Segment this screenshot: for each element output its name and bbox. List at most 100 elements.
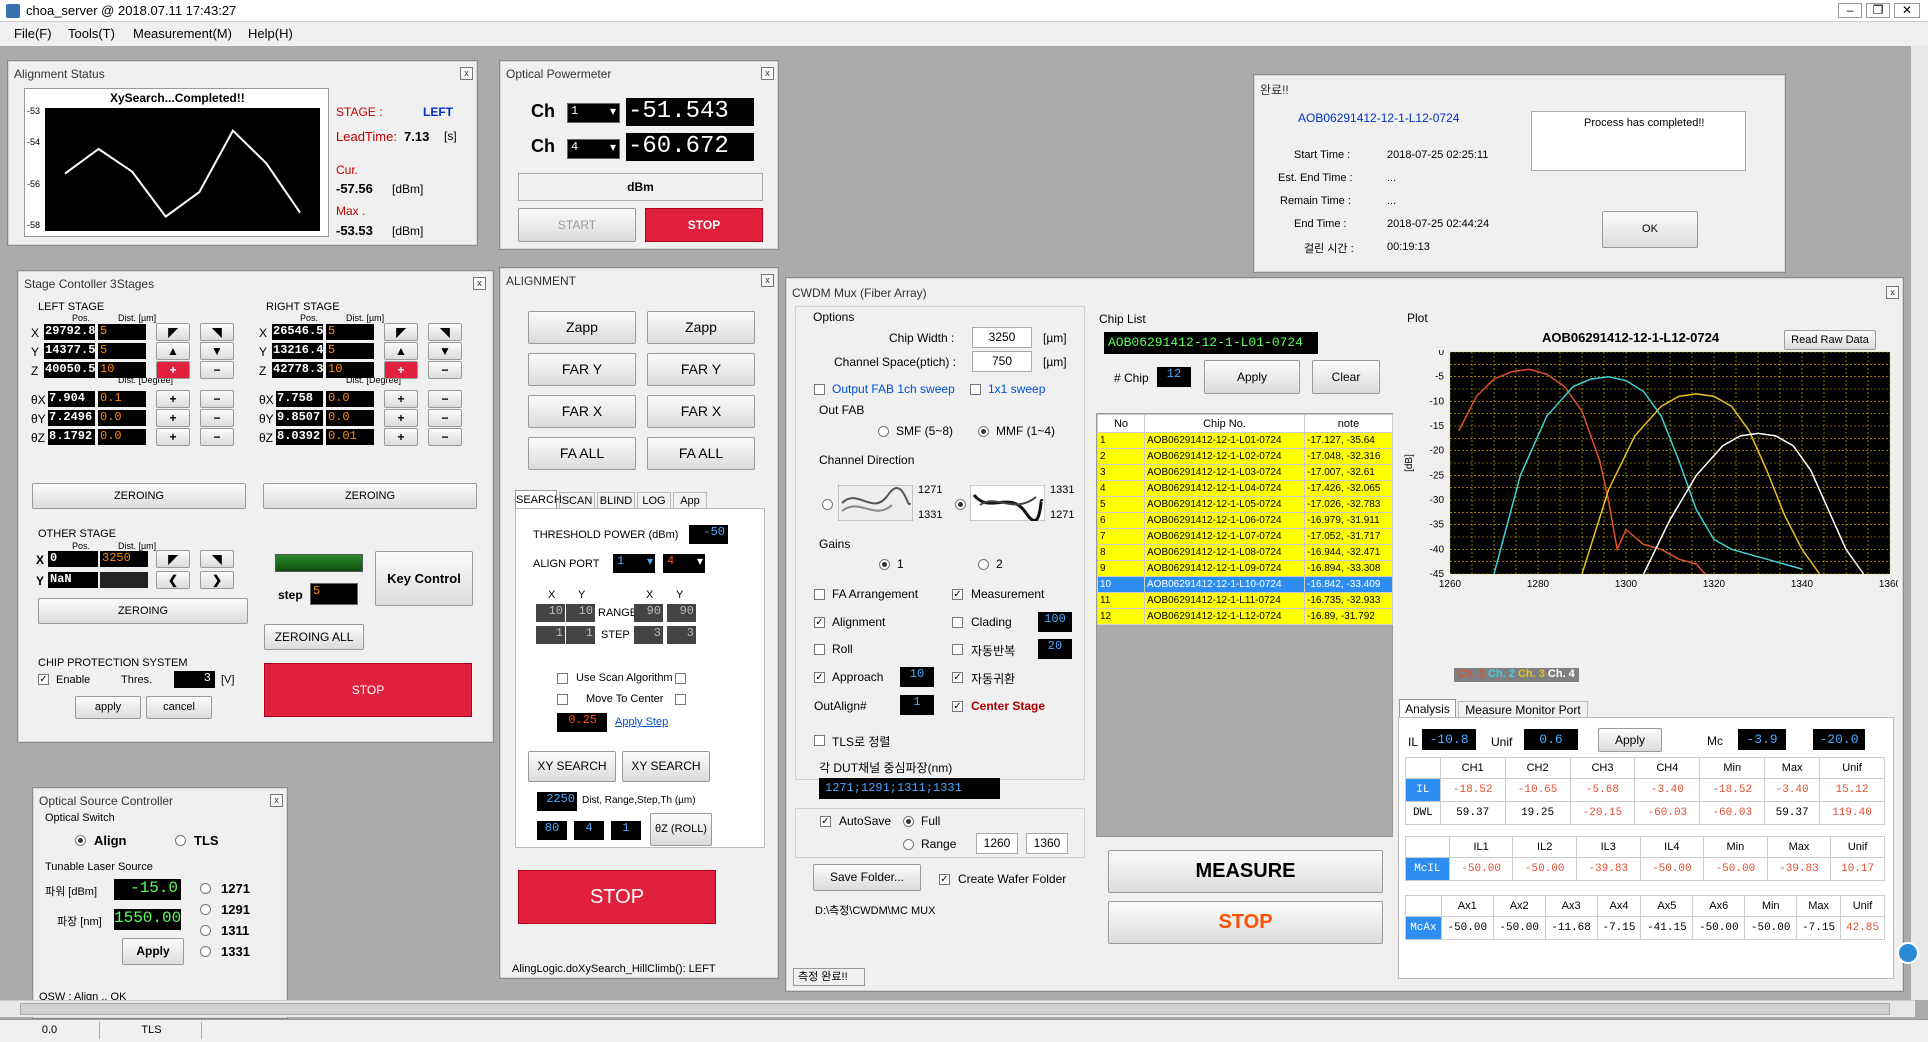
gain-1-radio[interactable] — [879, 559, 890, 570]
minus-icon[interactable]: − — [428, 361, 462, 379]
plus-icon[interactable]: + — [156, 390, 190, 408]
maximize-icon[interactable]: ❐ — [1866, 3, 1890, 18]
roll-button[interactable]: θZ (ROLL) — [650, 813, 712, 846]
step-left-y[interactable]: 1 — [566, 626, 595, 644]
wl-1271-radio[interactable] — [200, 883, 211, 894]
zeroing-all-button[interactable]: ZEROING ALL — [264, 624, 364, 650]
menu-tools[interactable]: Tools(T) — [68, 26, 115, 41]
cwdm-stop-button[interactable]: STOP — [1108, 901, 1383, 944]
tab-search[interactable]: SEARCH — [515, 490, 562, 509]
autosave-checkbox[interactable]: ✓ — [820, 816, 831, 827]
stop-button[interactable]: STOP — [645, 208, 763, 242]
measure-button[interactable]: MEASURE — [1108, 850, 1383, 893]
down-arrow-icon[interactable]: ▼ — [428, 342, 462, 360]
zapp-left-button[interactable]: Zapp — [528, 311, 636, 344]
minus-icon[interactable]: − — [428, 428, 462, 446]
apply-step-link[interactable]: Apply Step — [615, 716, 668, 728]
distance-input[interactable]: 0.0 — [326, 410, 374, 426]
mmf-radio[interactable] — [978, 426, 989, 437]
home-left-icon[interactable]: ◤ — [156, 550, 190, 568]
plus-icon[interactable]: + — [384, 409, 418, 427]
up-arrow-icon[interactable]: ▲ — [384, 342, 418, 360]
ok-button[interactable]: OK — [1602, 211, 1698, 248]
chip-row[interactable]: 8 AOB06291412-12-1-L08-0724 -16.944, -32.4… — [1097, 544, 1393, 561]
tab-analysis[interactable]: Analysis — [1399, 699, 1456, 718]
right-arrow-icon[interactable]: ❯ — [200, 571, 234, 589]
minimize-icon[interactable]: – — [1838, 3, 1862, 18]
close-icon[interactable]: x — [473, 277, 486, 290]
align-port-2-select[interactable]: 4 ▾ — [663, 554, 705, 573]
minus-icon[interactable]: − — [428, 390, 462, 408]
step-spinner[interactable]: 5 — [310, 583, 358, 605]
tab-scan[interactable]: SCAN — [559, 492, 595, 509]
step-right-y[interactable]: 3 — [667, 626, 696, 644]
create-wafer-checkbox[interactable]: ✓ — [939, 874, 950, 885]
tls-align-checkbox[interactable] — [814, 735, 825, 746]
ch1-select[interactable]: 1 ▾ — [567, 103, 620, 123]
range-from-input[interactable]: 1260 — [976, 833, 1018, 854]
start-button[interactable]: START — [518, 208, 636, 242]
outalign-input[interactable]: 1 — [900, 695, 934, 715]
fa-all-right-button[interactable]: FA ALL — [647, 437, 755, 470]
approach-input[interactable]: 10 — [900, 667, 934, 687]
distance-input[interactable] — [100, 572, 148, 588]
range-right-y[interactable]: 90 — [667, 604, 696, 622]
scroll-thumb[interactable] — [20, 1003, 1890, 1015]
home-right-icon[interactable]: ◥ — [428, 323, 462, 341]
use-scan-checkbox[interactable] — [557, 673, 568, 684]
other-zeroing-button[interactable]: ZEROING — [38, 598, 248, 624]
tab-blind[interactable]: BLIND — [597, 492, 635, 509]
wl-1331-radio[interactable] — [200, 946, 211, 957]
chip-row[interactable]: 2 AOB06291412-12-1-L02-0724 -17.048, -32.3… — [1097, 448, 1393, 465]
dut-center-input[interactable]: 1271;1291;1311;1331 — [819, 778, 1000, 799]
wl-1291-radio[interactable] — [200, 904, 211, 915]
alignment-checkbox[interactable]: ✓ — [814, 617, 825, 628]
plus-icon[interactable]: + — [384, 428, 418, 446]
range-to-input[interactable]: 1360 — [1026, 833, 1068, 854]
chip-width-input[interactable]: 3250 — [972, 327, 1032, 348]
auto-repeat-checkbox[interactable] — [952, 644, 963, 655]
chip-clear-button[interactable]: Clear — [1312, 360, 1380, 394]
il-input[interactable]: -10.8 — [1422, 729, 1476, 750]
align-port-1-select[interactable]: 1 ▾ — [613, 554, 655, 573]
home-left-icon[interactable]: ◤ — [384, 323, 418, 341]
apply-step-input[interactable]: 0.25 — [557, 713, 607, 732]
wl-1311-radio[interactable] — [200, 925, 211, 936]
key-control-button[interactable]: Key Control — [375, 551, 473, 606]
minus-icon[interactable]: − — [428, 409, 462, 427]
plus-icon[interactable]: + — [384, 390, 418, 408]
minus-icon[interactable]: − — [200, 390, 234, 408]
distance-input[interactable]: 0.1 — [98, 391, 146, 407]
chip-row[interactable]: 11 AOB06291412-12-1-L11-0724 -16.735, -32.… — [1097, 592, 1393, 609]
close-icon[interactable]: x — [761, 67, 774, 80]
home-right-icon[interactable]: ◥ — [200, 323, 234, 341]
step-input[interactable]: 4 — [574, 821, 604, 840]
analysis-apply-button[interactable]: Apply — [1598, 728, 1662, 752]
distance-input[interactable]: 5 — [326, 324, 374, 340]
right-zeroing-button[interactable]: ZEROING — [263, 483, 477, 509]
fa-all-left-button[interactable]: FA ALL — [528, 437, 636, 470]
cancel-button[interactable]: cancel — [146, 696, 212, 719]
clading-checkbox[interactable] — [952, 617, 963, 628]
tab-app[interactable]: App — [673, 492, 707, 509]
center-stage-checkbox[interactable]: ✓ — [952, 701, 963, 712]
minus-icon[interactable]: − — [200, 409, 234, 427]
zapp-right-button[interactable]: Zapp — [647, 311, 755, 344]
full-radio[interactable] — [903, 816, 914, 827]
power-input[interactable]: -15.0 — [114, 879, 181, 900]
far-y-right-button[interactable]: FAR Y — [647, 353, 755, 386]
gain-2-radio[interactable] — [978, 559, 989, 570]
close-icon[interactable]: x — [270, 794, 283, 807]
menu-help[interactable]: Help(H) — [248, 26, 293, 41]
read-raw-button[interactable]: Read Raw Data — [1784, 330, 1876, 350]
plus-icon[interactable]: + — [156, 361, 190, 379]
output-fab-checkbox[interactable] — [814, 384, 825, 395]
home-left-icon[interactable]: ◤ — [156, 323, 190, 341]
distance-input[interactable]: 0.0 — [98, 429, 146, 445]
minus-icon[interactable]: − — [200, 361, 234, 379]
far-y-left-button[interactable]: FAR Y — [528, 353, 636, 386]
up-arrow-icon[interactable]: ▲ — [156, 342, 190, 360]
num-chip-input[interactable]: 12 — [1157, 367, 1191, 387]
move-center-checkbox[interactable] — [557, 694, 568, 705]
ch2-select[interactable]: 4 ▾ — [567, 139, 620, 159]
